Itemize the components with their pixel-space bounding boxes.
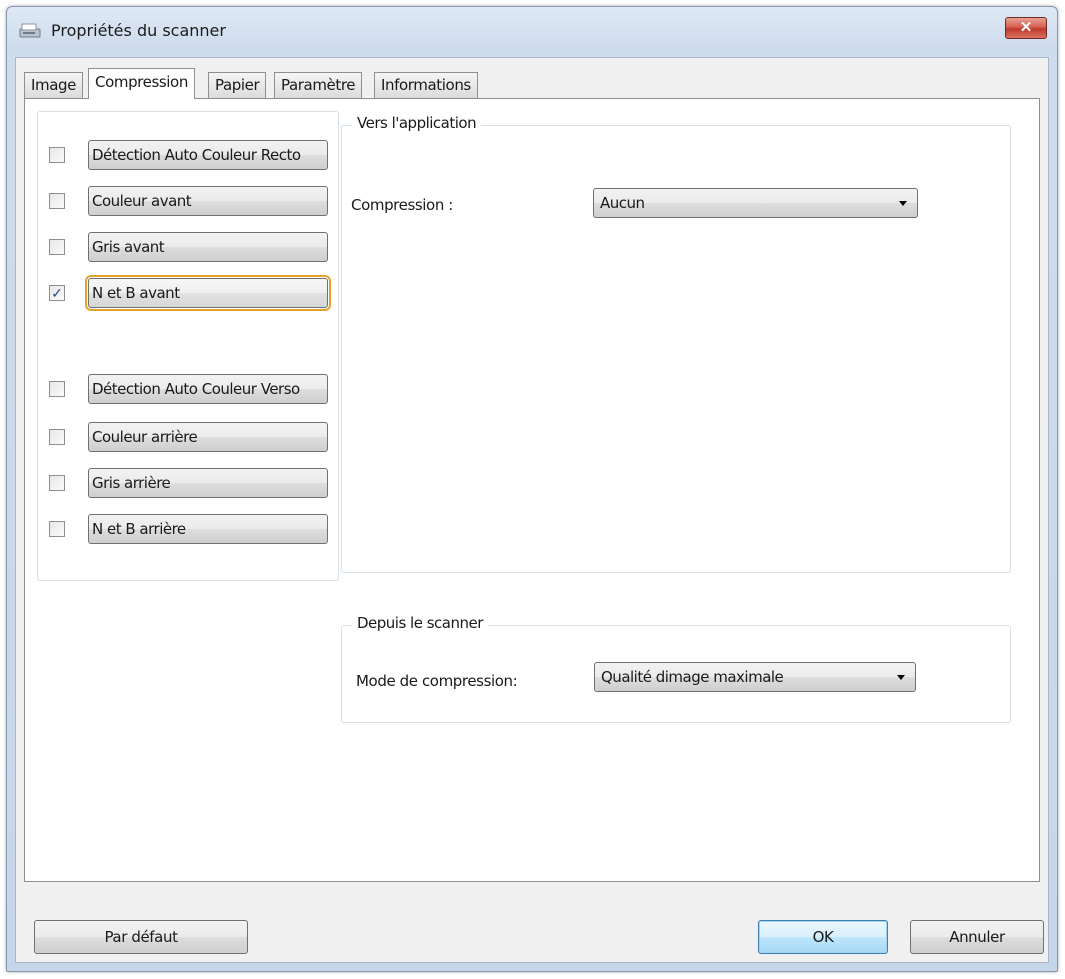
chevron-down-icon (899, 201, 907, 206)
checkbox-color-back[interactable] (49, 429, 65, 445)
compression-tab-panel: Détection Auto Couleur Recto Couleur ava… (24, 98, 1040, 882)
tab-parametre[interactable]: Paramètre (274, 72, 363, 98)
checkmark-icon: ✓ (51, 285, 63, 301)
tab-image[interactable]: Image (24, 72, 83, 98)
image-type-button-bw-front[interactable]: N et B avant (85, 275, 331, 311)
checkbox-gray-back[interactable] (49, 475, 65, 491)
default-button[interactable]: Par défaut (34, 920, 248, 954)
compression-label: Compression : (351, 196, 453, 214)
image-type-row: N et B arrière (38, 514, 338, 546)
compression-mode-label: Mode de compression: (356, 672, 518, 690)
checkbox-bw-front[interactable]: ✓ (49, 285, 65, 301)
from-scanner-group: Depuis le scanner Mode de compression: Q… (341, 614, 1011, 723)
compression-select-value: Aucun (600, 194, 645, 212)
window-title: Propriétés du scanner (51, 21, 226, 40)
checkbox-auto-color-front[interactable] (49, 147, 65, 163)
image-type-row: Gris arrière (38, 468, 338, 500)
image-type-row: ✓ N et B avant (38, 275, 338, 311)
tab-papier[interactable]: Papier (208, 72, 267, 98)
checkbox-color-front[interactable] (49, 193, 65, 209)
checkbox-gray-front[interactable] (49, 239, 65, 255)
image-type-row: Détection Auto Couleur Recto (38, 140, 338, 172)
image-type-button-color-back[interactable]: Couleur arrière (88, 422, 328, 452)
compression-mode-select[interactable]: Qualité dimage maximale (594, 662, 916, 692)
checkbox-bw-back[interactable] (49, 521, 65, 537)
ok-button[interactable]: OK (758, 920, 888, 954)
dialog-client-area: Image Compression Papier Paramètre Infor… (15, 57, 1049, 963)
scanner-icon (19, 23, 41, 38)
image-type-row: Gris avant (38, 232, 338, 264)
checkbox-auto-color-back[interactable] (49, 381, 65, 397)
tab-informations[interactable]: Informations (374, 72, 478, 98)
to-application-group: Vers l'application Compression : Aucun (341, 114, 1011, 573)
image-type-list: Détection Auto Couleur Recto Couleur ava… (37, 111, 339, 581)
image-type-button-auto-color-front[interactable]: Détection Auto Couleur Recto (88, 140, 328, 170)
image-type-row: Couleur arrière (38, 422, 338, 454)
image-type-button-bw-back[interactable]: N et B arrière (88, 514, 328, 544)
to-application-group-label: Vers l'application (352, 114, 482, 132)
image-type-row: Couleur avant (38, 186, 338, 218)
compression-select[interactable]: Aucun (593, 188, 918, 218)
compression-mode-select-value: Qualité dimage maximale (601, 668, 784, 686)
image-type-button-gray-front[interactable]: Gris avant (88, 232, 328, 262)
close-icon: ✕ (1019, 19, 1033, 36)
scanner-properties-window: Propriétés du scanner ✕ Image Compressio… (6, 6, 1058, 972)
from-scanner-group-label: Depuis le scanner (352, 614, 488, 632)
image-type-button-color-front[interactable]: Couleur avant (88, 186, 328, 216)
tab-compression[interactable]: Compression (88, 68, 195, 99)
image-type-button-auto-color-back[interactable]: Détection Auto Couleur Verso (88, 374, 328, 404)
close-button[interactable]: ✕ (1005, 17, 1047, 39)
title-bar[interactable]: Propriétés du scanner ✕ (7, 7, 1057, 55)
chevron-down-icon (897, 675, 905, 680)
cancel-button[interactable]: Annuler (910, 920, 1044, 954)
image-type-row: Détection Auto Couleur Verso (38, 374, 338, 406)
image-type-button-gray-back[interactable]: Gris arrière (88, 468, 328, 498)
